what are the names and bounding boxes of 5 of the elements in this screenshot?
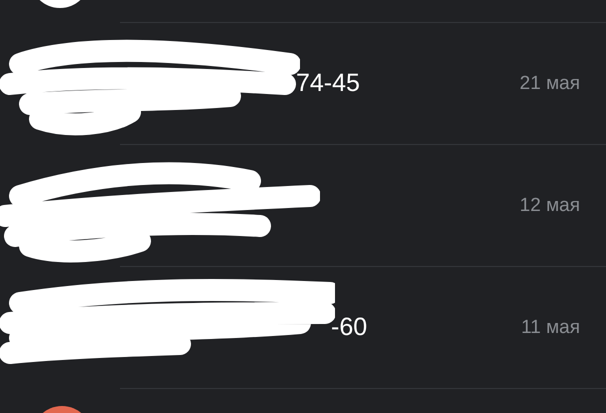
phone-number: -60 [331,312,368,344]
phone-number: 74-45 [296,68,360,100]
call-date: 12 мая [520,194,580,218]
call-date: 21 мая [520,72,580,96]
call-date: 11 мая [521,316,580,340]
